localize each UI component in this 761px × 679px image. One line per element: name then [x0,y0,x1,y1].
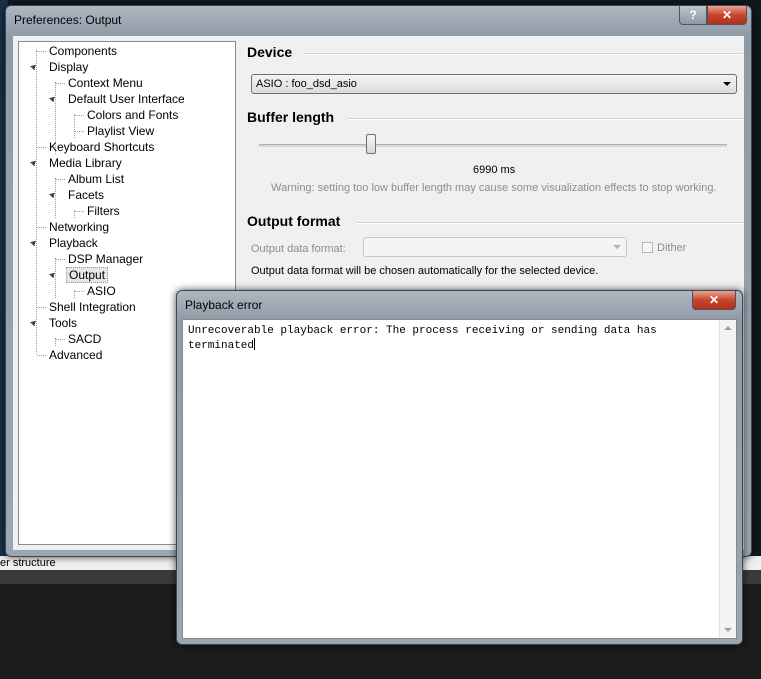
error-close-button[interactable]: ✕ [692,291,736,310]
tree-connector [36,50,37,354]
buffer-slider-track[interactable] [259,144,727,147]
scroll-down-icon[interactable] [724,628,732,632]
buffer-section-title: Buffer length [247,109,335,125]
help-button[interactable]: ? [679,6,707,25]
section-divider [356,222,743,224]
close-button[interactable]: ✕ [707,6,747,25]
preferences-title: Preferences: Output [14,13,122,27]
output-data-format-select[interactable] [363,237,627,257]
scroll-up-icon[interactable] [724,326,732,330]
error-message-content: Unrecoverable playback error: The proces… [188,325,657,352]
close-icon: ✕ [708,293,720,307]
chevron-down-icon [723,82,731,86]
help-icon: ? [689,8,697,22]
output-format-note: Output data format will be chosen automa… [251,265,599,277]
dither-label: Dither [657,242,687,254]
error-dialog-title: Playback error [185,298,263,312]
buffer-value: 6990 ms [473,164,516,176]
section-divider [347,118,743,120]
device-select-value: ASIO : foo_dsd_asio [256,78,357,90]
tree-connector [55,178,56,218]
output-data-format-label: Output data format: [251,243,346,255]
preferences-titlebar[interactable]: Preferences: Output ? ✕ [6,6,751,34]
section-divider [303,53,743,55]
buffer-slider-thumb[interactable] [366,134,377,154]
error-message-box[interactable]: Unrecoverable playback error: The proces… [182,319,737,639]
text-caret [254,338,256,350]
device-section-title: Device [247,44,293,60]
dither-checkbox[interactable] [642,242,653,253]
tree-connector [55,258,56,298]
output-format-section-title: Output format [247,213,341,229]
selected-tree-label: Output [66,267,109,283]
device-select[interactable]: ASIO : foo_dsd_asio [251,74,737,94]
chevron-down-icon [613,245,621,249]
error-message-text[interactable]: Unrecoverable playback error: The proces… [188,324,714,353]
close-icon: ✕ [721,8,733,22]
error-dialog-titlebar[interactable]: Playback error ✕ [177,291,742,319]
error-scrollbar[interactable] [719,320,736,638]
playback-error-dialog: Playback error ✕ Unrecoverable playback … [176,290,743,645]
tree-connector [74,114,75,138]
buffer-warning: Warning: setting too low buffer length m… [271,182,717,194]
